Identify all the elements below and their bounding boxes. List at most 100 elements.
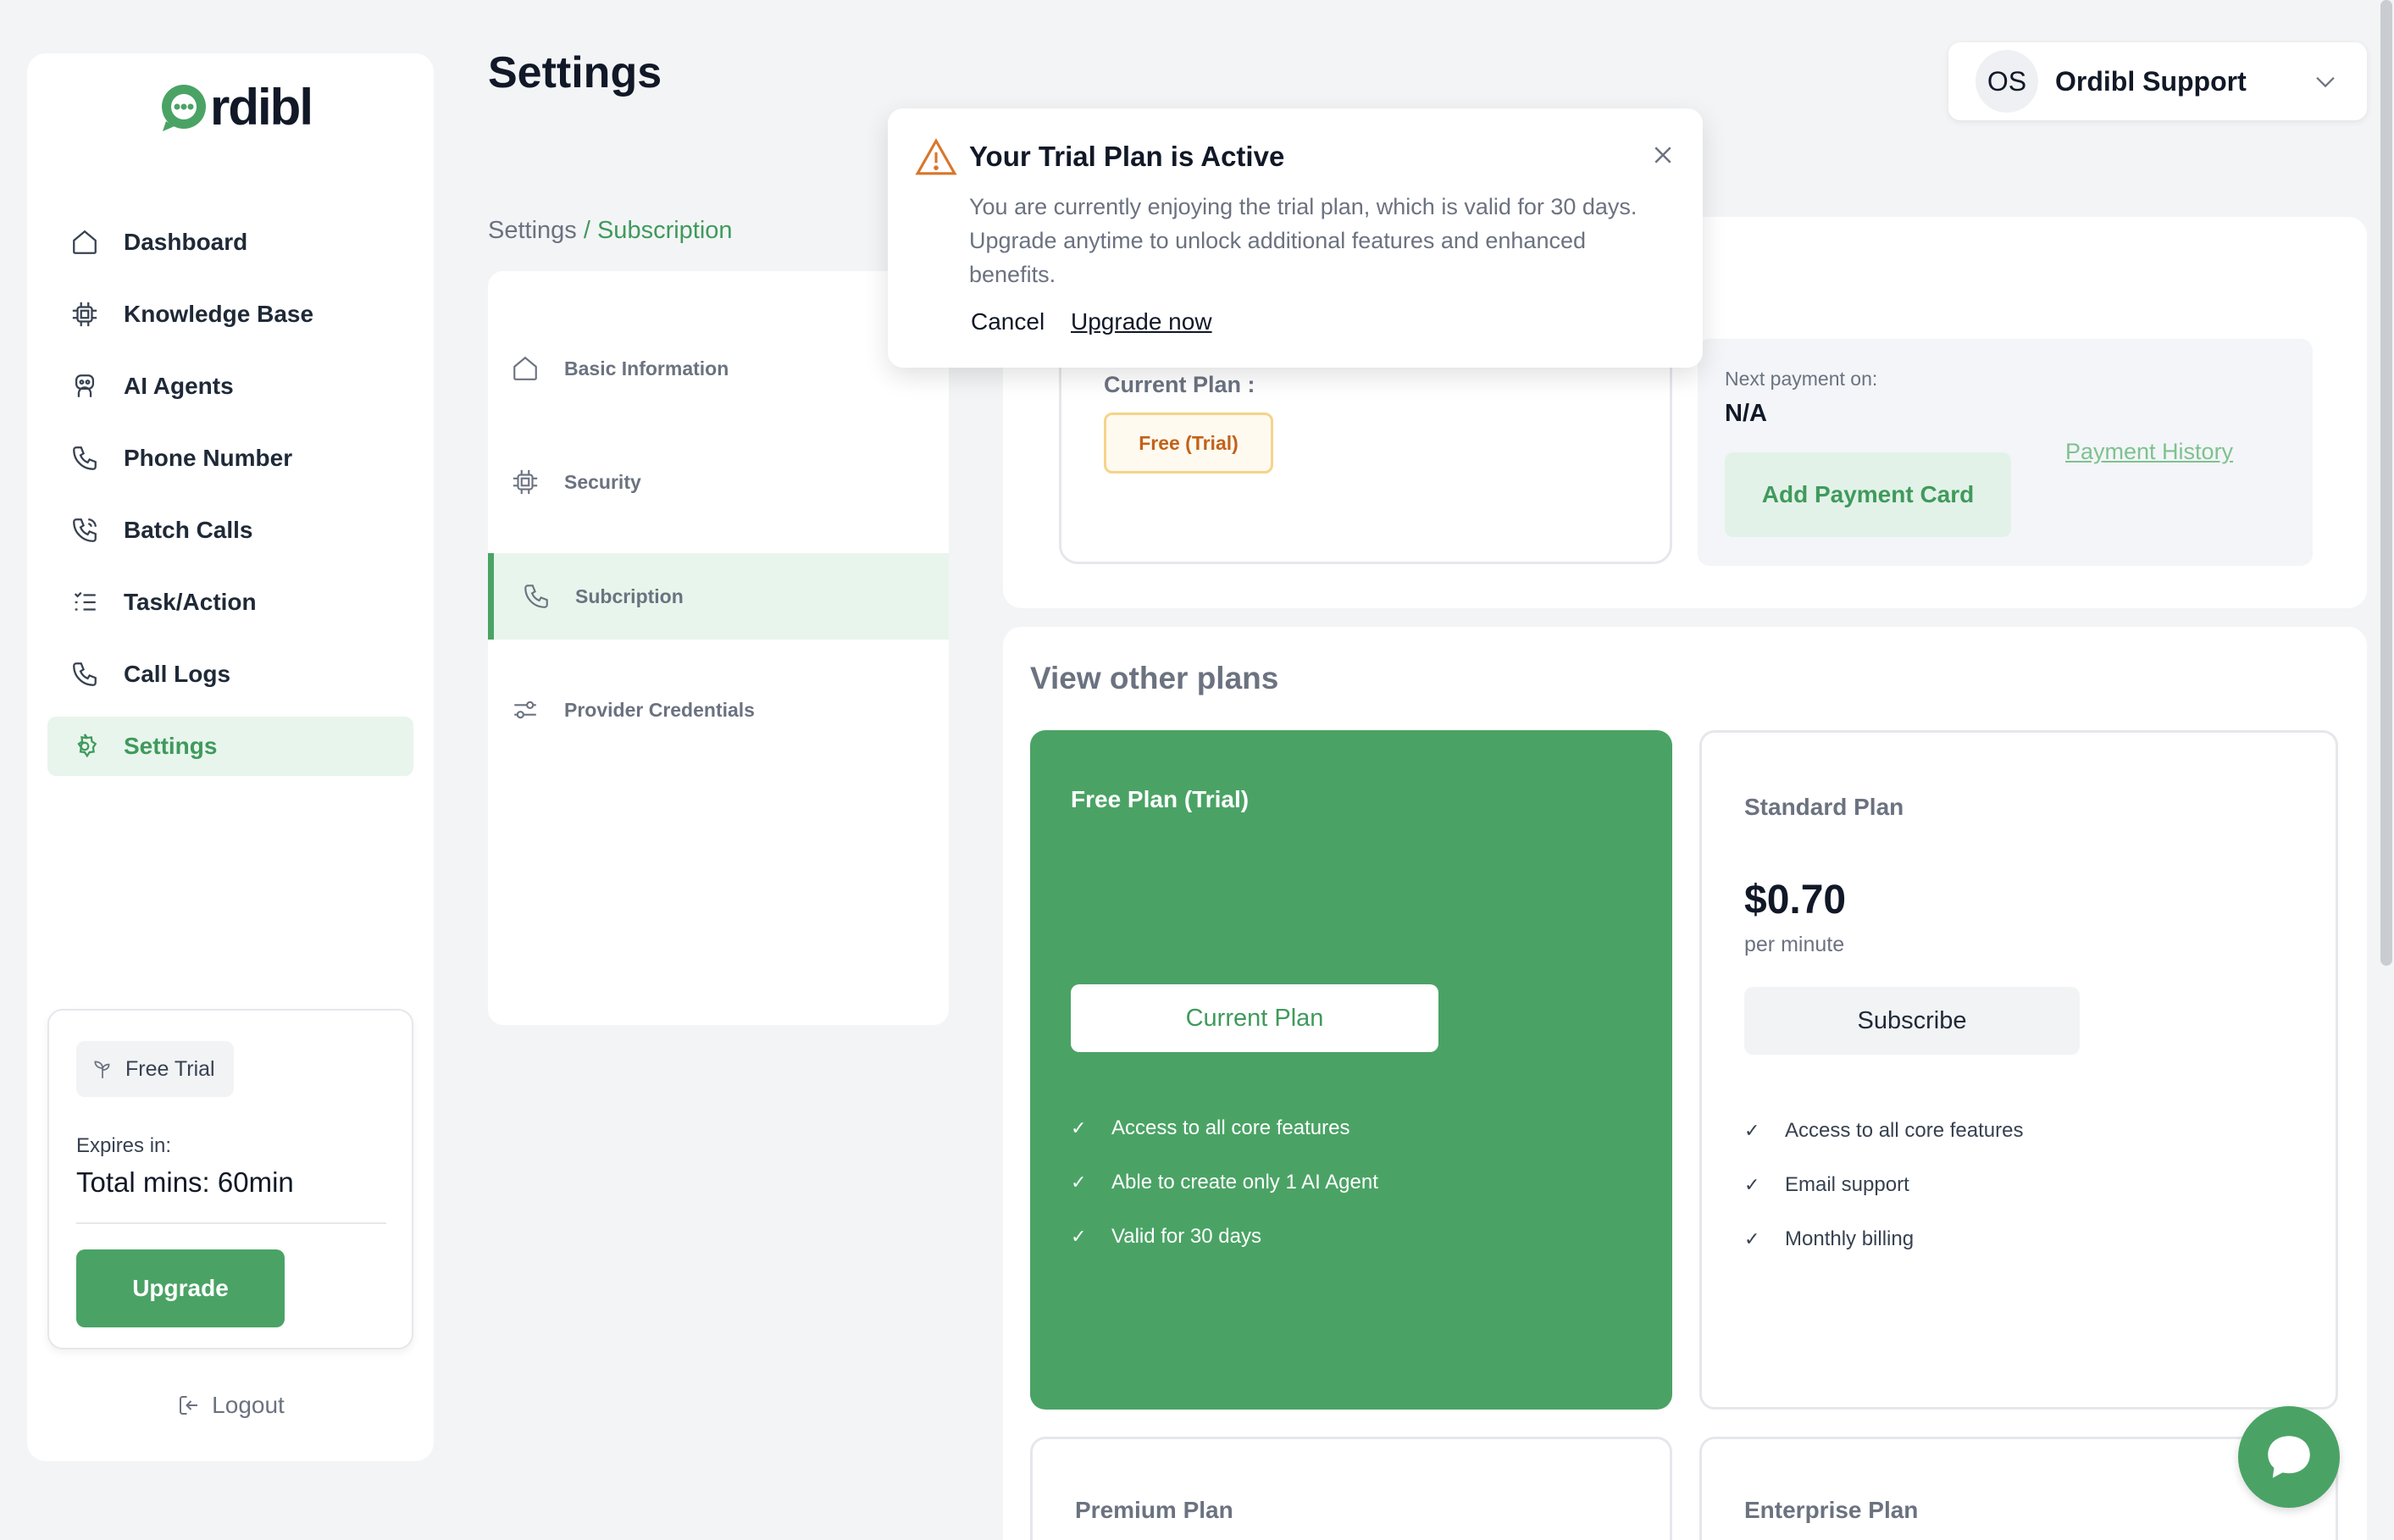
- upgrade-now-link[interactable]: Upgrade now: [1071, 308, 1212, 335]
- chevron-down-icon: [2316, 76, 2335, 88]
- sidebar-item-label: Knowledge Base: [124, 301, 314, 327]
- sidebar-item-label: Settings: [124, 733, 218, 759]
- logo[interactable]: rdibl: [159, 77, 313, 136]
- sliders-icon: [510, 695, 540, 725]
- feature-item: ✓ Able to create only 1 AI Agent: [1071, 1155, 1378, 1210]
- feature-item: ✓ Access to all core features: [1744, 1104, 2023, 1158]
- phone-ring-icon: [69, 515, 100, 546]
- sidebar-item-label: Dashboard: [124, 229, 248, 255]
- current-plan-button[interactable]: Current Plan: [1071, 984, 1438, 1052]
- check-icon: ✓: [1744, 1228, 1760, 1249]
- logo-icon: [162, 85, 206, 131]
- subnav-item-label: Provider Credentials: [564, 698, 755, 721]
- phone-icon: [521, 581, 551, 612]
- settings-subnav: Basic Information Security Subcription P…: [488, 271, 949, 1025]
- sprout-icon: [94, 1061, 110, 1078]
- next-payment-label: Next payment on:: [1725, 368, 1878, 390]
- robot-icon: [69, 371, 100, 402]
- subscribe-button[interactable]: Subscribe: [1744, 987, 2080, 1055]
- list-icon: [69, 587, 100, 618]
- subnav-item-provider-credentials[interactable]: Provider Credentials: [488, 667, 949, 753]
- chip-icon: [510, 467, 540, 497]
- sidebar-item-settings[interactable]: Settings: [47, 717, 413, 776]
- sidebar-item-batch-calls[interactable]: Batch Calls: [47, 501, 413, 560]
- sidebar-nav: Dashboard Knowledge Base AI Agents Phone…: [47, 213, 413, 789]
- home-icon: [69, 227, 100, 258]
- chip-icon: [69, 299, 100, 330]
- sidebar-item-label: Task/Action: [124, 589, 257, 615]
- total-minutes: Total mins: 60min: [76, 1166, 294, 1198]
- feature-item: ✓ Monthly billing: [1744, 1212, 2023, 1266]
- sidebar-item-label: AI Agents: [124, 373, 234, 399]
- add-payment-card-button[interactable]: Add Payment Card: [1725, 452, 2011, 537]
- trial-badge-label: Free Trial: [125, 1056, 215, 1081]
- sidebar-item-task-action[interactable]: Task/Action: [47, 573, 413, 632]
- close-icon[interactable]: [1650, 142, 1676, 168]
- scrollbar-thumb[interactable]: [2380, 0, 2392, 966]
- subnav-item-security[interactable]: Security: [488, 439, 949, 525]
- logo-text: rdibl: [210, 78, 313, 136]
- trial-badge: Free Trial: [76, 1041, 234, 1097]
- check-icon: ✓: [1071, 1226, 1087, 1247]
- check-icon: ✓: [1744, 1174, 1760, 1195]
- sidebar-item-label: Call Logs: [124, 661, 231, 687]
- breadcrumb: Settings / Subscription: [488, 217, 733, 245]
- home-icon: [510, 353, 540, 384]
- plans-panel: View other plans Free Plan (Trial) Curre…: [1003, 627, 2367, 1540]
- sidebar-item-dashboard[interactable]: Dashboard: [47, 213, 413, 272]
- feature-item: ✓ Valid for 30 days: [1071, 1210, 1378, 1264]
- user-name: Ordibl Support: [2055, 65, 2247, 97]
- phone-icon: [69, 659, 100, 690]
- breadcrumb-current: Subscription: [596, 217, 733, 244]
- sidebar-item-label: Phone Number: [124, 445, 293, 471]
- feature-label: Email support: [1785, 1173, 1909, 1196]
- check-icon: ✓: [1071, 1172, 1087, 1193]
- subnav-item-label: Subcription: [575, 584, 684, 607]
- modal-title: Your Trial Plan is Active: [969, 141, 1285, 172]
- payment-history-link[interactable]: Payment History: [2065, 439, 2233, 465]
- current-plan-label: Current Plan :: [1104, 372, 1255, 397]
- breadcrumb-root[interactable]: Settings: [488, 217, 577, 244]
- upgrade-button[interactable]: Upgrade: [76, 1249, 285, 1327]
- trial-card: Free Trial Expires in: Total mins: 60min…: [47, 1009, 413, 1349]
- plan-price: $0.70: [1744, 878, 1847, 922]
- modal-body: You are currently enjoying the trial pla…: [969, 194, 1638, 287]
- sidebar-item-knowledge-base[interactable]: Knowledge Base: [47, 285, 413, 344]
- user-menu[interactable]: OS Ordibl Support: [1948, 42, 2367, 120]
- gear-icon: [69, 731, 100, 762]
- next-payment-value: N/A: [1725, 400, 1767, 427]
- sidebar-item-call-logs[interactable]: Call Logs: [47, 645, 413, 704]
- cancel-button[interactable]: Cancel: [971, 308, 1045, 335]
- expires-label: Expires in:: [76, 1134, 172, 1157]
- plan-price-unit: per minute: [1744, 933, 1845, 956]
- subnav-item-basic-information[interactable]: Basic Information: [488, 325, 949, 412]
- warning-icon: [915, 138, 957, 175]
- trial-active-modal: Your Trial Plan is Active You are curren…: [888, 108, 1703, 368]
- check-icon: ✓: [1071, 1117, 1087, 1138]
- feature-list: ✓ Access to all core features ✓ Email supp…: [1744, 1104, 2023, 1266]
- logout-icon: [180, 1396, 198, 1415]
- breadcrumb-separator: /: [576, 217, 597, 244]
- plan-card-free: Free Plan (Trial) Current Plan ✓ Access t…: [1030, 730, 1672, 1410]
- feature-label: Monthly billing: [1785, 1227, 1915, 1250]
- chat-button[interactable]: [2238, 1406, 2340, 1508]
- subnav-item-label: Basic Information: [564, 357, 729, 379]
- chat-icon: [2268, 1436, 2310, 1478]
- plan-name: Free Plan (Trial): [1071, 786, 1250, 812]
- plan-name: Standard Plan: [1744, 794, 1904, 820]
- sidebar-item-label: Batch Calls: [124, 517, 253, 543]
- sidebar-item-phone-number[interactable]: Phone Number: [47, 429, 413, 488]
- current-plan-box: Current Plan : Free (Trial): [1059, 335, 1672, 564]
- plan-name: Enterprise Plan: [1744, 1497, 1919, 1523]
- plan-name: Premium Plan: [1075, 1497, 1233, 1523]
- plan-card-premium: Premium Plan: [1030, 1437, 1672, 1540]
- page-title: Settings: [488, 48, 662, 97]
- logout-button[interactable]: Logout: [27, 1392, 434, 1419]
- feature-label: Able to create only 1 AI Agent: [1111, 1171, 1378, 1194]
- subnav-item-label: Security: [564, 470, 641, 493]
- subnav-item-subscription[interactable]: Subcription: [488, 553, 949, 640]
- feature-item: ✓ Access to all core features: [1071, 1101, 1378, 1155]
- avatar: OS: [1976, 50, 2038, 113]
- sidebar: rdibl Dashboard Knowledge Base AI Agents…: [27, 53, 434, 1461]
- sidebar-item-ai-agents[interactable]: AI Agents: [47, 357, 413, 416]
